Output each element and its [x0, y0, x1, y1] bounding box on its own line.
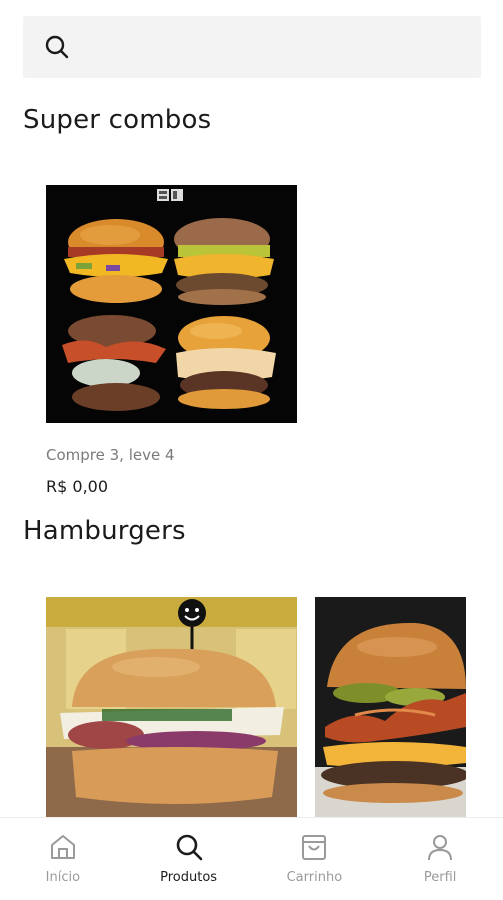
user-icon [423, 830, 457, 864]
search-bar[interactable] [23, 16, 481, 78]
product-card-hamburger-2[interactable] [315, 597, 466, 817]
product-name: Compre 3, leve 4 [46, 446, 175, 464]
nav-item-inicio[interactable]: Início [0, 818, 126, 900]
nav-item-carrinho[interactable]: Carrinho [252, 818, 378, 900]
bottom-navigation: Início Produtos Carrinho Perfil [0, 817, 503, 900]
product-card-combo[interactable]: Compre 3, leve 4 R$ 0,00 [46, 185, 297, 496]
nav-item-perfil[interactable]: Perfil [377, 818, 503, 900]
section-title-super-combos: Super combos [23, 105, 212, 135]
nav-label: Início [45, 870, 81, 885]
product-image-hamburger-1[interactable] [46, 597, 297, 817]
product-image-hamburger-2[interactable] [315, 597, 466, 817]
section-title-hamburgers: Hamburgers [23, 516, 186, 546]
search-input[interactable] [71, 16, 481, 78]
shopping-bag-icon [297, 830, 331, 864]
home-icon [46, 830, 80, 864]
product-price: R$ 0,00 [46, 477, 109, 496]
product-image-combo[interactable] [46, 185, 297, 423]
search-icon [43, 33, 71, 61]
nav-label: Perfil [423, 870, 457, 885]
search-icon [172, 830, 206, 864]
nav-label: Produtos [160, 870, 218, 885]
nav-item-produtos[interactable]: Produtos [126, 818, 252, 900]
nav-label: Carrinho [286, 870, 343, 885]
product-card-hamburger-1[interactable] [46, 597, 297, 817]
